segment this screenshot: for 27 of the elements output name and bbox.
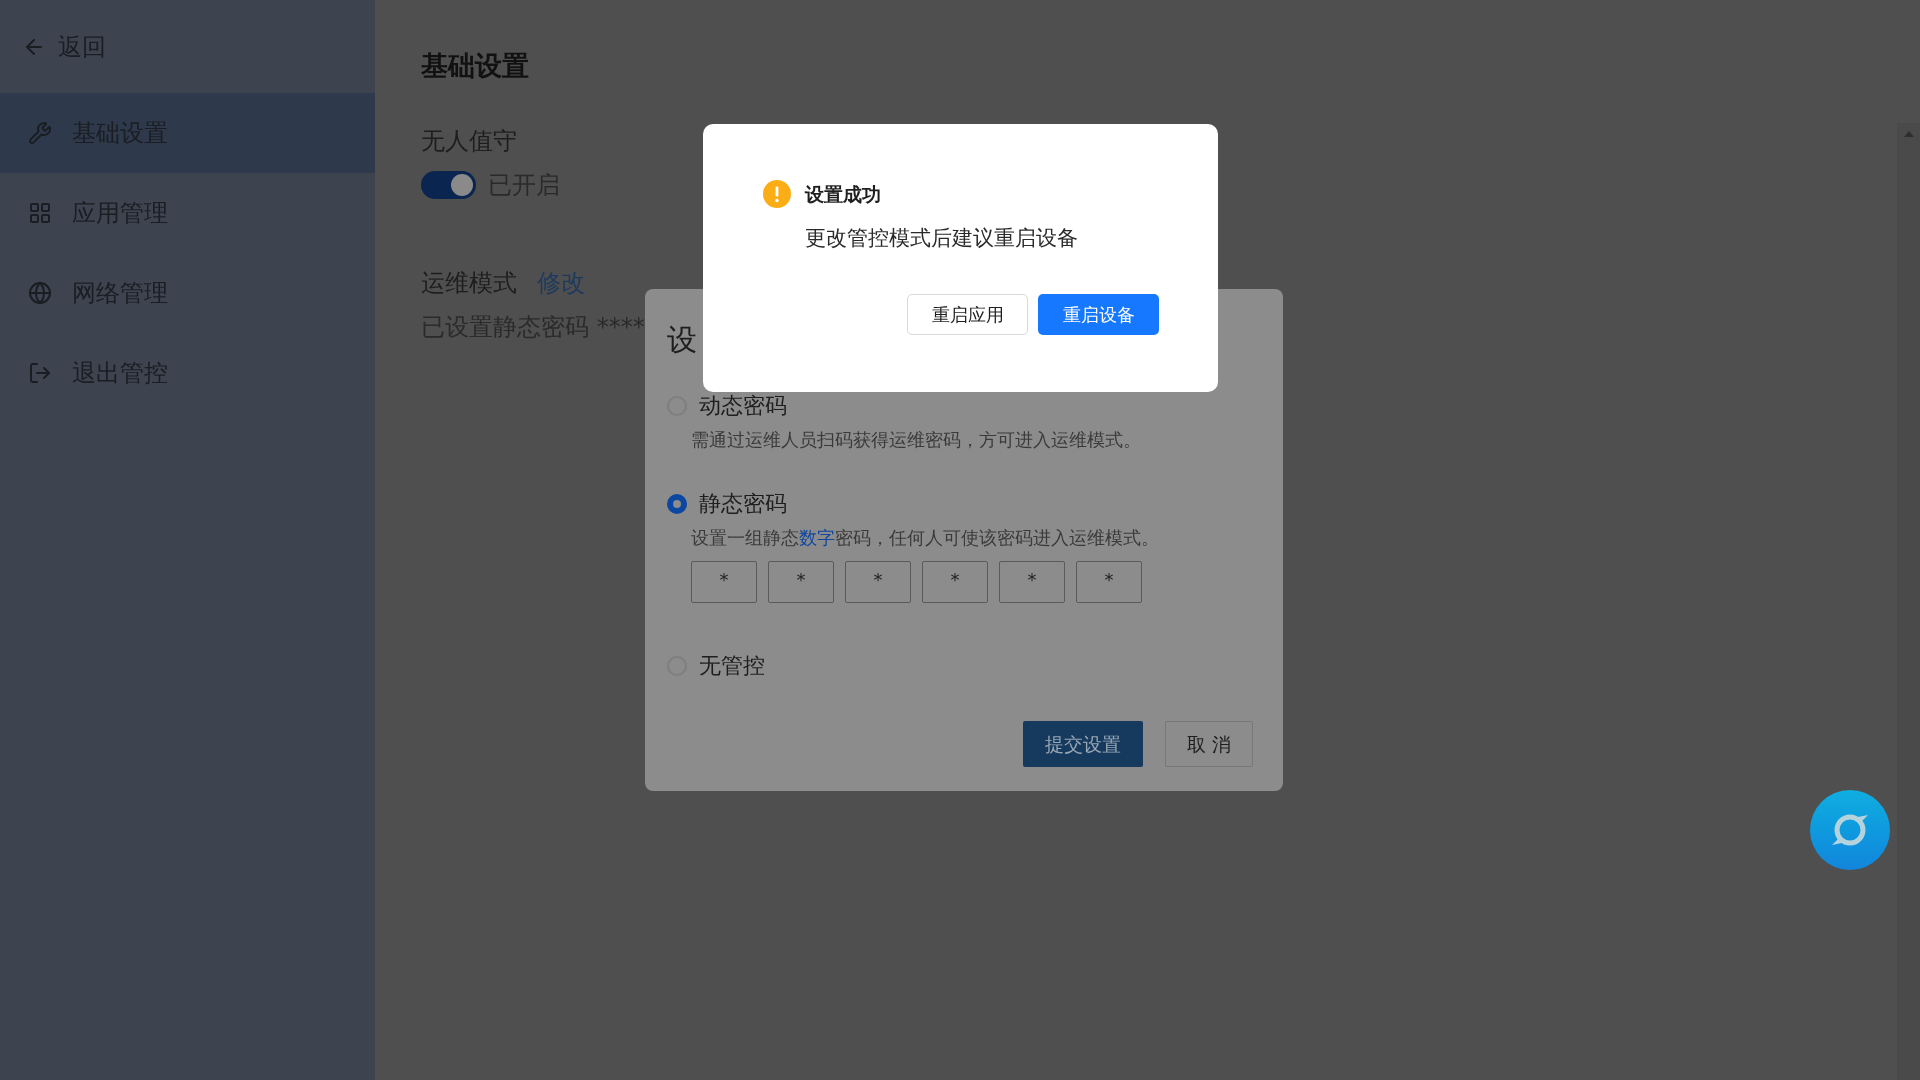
option-label: 无管控 xyxy=(699,652,765,680)
pin-digit-field[interactable]: * xyxy=(1076,561,1142,603)
page-title: 基础设置 xyxy=(421,49,530,83)
scroll-up-icon xyxy=(1903,131,1914,137)
pin-digit-field[interactable]: * xyxy=(845,561,911,603)
wrench-icon xyxy=(28,121,52,145)
restart-device-button[interactable]: 重启设备 xyxy=(1038,294,1159,335)
pin-digit-field[interactable]: * xyxy=(691,561,757,603)
submit-button[interactable]: 提交设置 xyxy=(1023,721,1143,767)
pin-digit-field[interactable]: * xyxy=(999,561,1065,603)
exit-icon xyxy=(28,361,52,385)
option-description: 设置一组静态数字密码，任何人可使该密码进入运维模式。 xyxy=(691,526,1160,550)
dialog-title: 设置成功 xyxy=(805,182,881,207)
cancel-button[interactable]: 取 消 xyxy=(1165,721,1253,767)
radio-button[interactable] xyxy=(667,493,687,514)
grid-icon xyxy=(28,201,52,225)
pin-digit-field[interactable]: * xyxy=(768,561,834,603)
toggle-switch[interactable] xyxy=(421,170,476,199)
option-description: 需通过运维人员扫码获得运维密码，方可进入运维模式。 xyxy=(691,428,1142,452)
dialog-title: 设 xyxy=(667,321,698,359)
warning-icon xyxy=(763,180,791,209)
dialog-message: 更改管控模式后建议重启设备 xyxy=(805,224,1079,252)
restart-app-button[interactable]: 重启应用 xyxy=(907,294,1028,335)
option-label: 动态密码 xyxy=(699,392,787,420)
pin-digit-field[interactable]: * xyxy=(922,561,988,603)
globe-icon xyxy=(28,281,52,305)
option-label: 静态密码 xyxy=(699,490,787,518)
